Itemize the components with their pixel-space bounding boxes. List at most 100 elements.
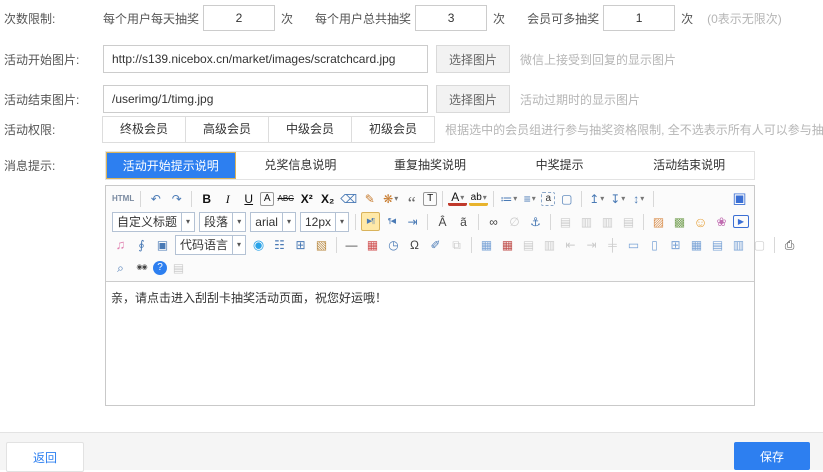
insert-table-icon[interactable]: ▦ xyxy=(477,235,496,254)
unordered-list-icon[interactable]: ≡▾ xyxy=(520,189,539,208)
font-color-icon[interactable]: A▾ xyxy=(448,191,467,206)
time-icon[interactable]: ◷ xyxy=(384,235,403,254)
toolbar-separator xyxy=(427,214,428,230)
auto-typeset-icon[interactable]: ❋▾ xyxy=(381,189,400,208)
select-all-icon[interactable]: a xyxy=(541,192,555,206)
delete-table-icon[interactable]: ▦ xyxy=(498,235,517,254)
font-family-select[interactable]: arial▾ xyxy=(250,212,296,232)
table-full-width-icon[interactable]: ▦ xyxy=(687,235,706,254)
map-icon[interactable]: ◉ xyxy=(249,235,268,254)
link-icon[interactable]: ∞ xyxy=(484,212,503,231)
undo-icon[interactable]: ↶ xyxy=(146,189,165,208)
rtl-icon[interactable]: ¶◀ xyxy=(382,212,401,231)
italic-icon[interactable]: I xyxy=(218,189,237,208)
chevron-down-icon[interactable]: ▾ xyxy=(335,213,348,231)
tab-activity-start-tip[interactable]: 活动开始提示说明 xyxy=(106,152,236,179)
chevron-down-icon: ▾ xyxy=(621,190,625,208)
member-extra-limit-input[interactable] xyxy=(603,5,675,31)
chevron-down-icon[interactable]: ▾ xyxy=(232,236,245,254)
anchor-icon[interactable]: ⚓ xyxy=(526,212,545,231)
member-option-ultimate[interactable]: 终极会员 xyxy=(102,116,186,143)
preview-icon[interactable]: ⌕ xyxy=(111,258,130,277)
date-icon[interactable]: ▦ xyxy=(363,235,382,254)
subscript-icon[interactable]: X₂ xyxy=(318,189,337,208)
code-language-select[interactable]: 代码语言▾ xyxy=(175,235,246,255)
superscript-icon[interactable]: X² xyxy=(297,189,316,208)
tab-repeat-draw[interactable]: 重复抽奖说明 xyxy=(365,152,495,179)
insert-frame-icon[interactable]: ⊞ xyxy=(291,235,310,254)
paragraph-select[interactable]: 段落▾ xyxy=(199,212,246,232)
table-header-icon[interactable]: ▤ xyxy=(708,235,727,254)
highlight-color-icon[interactable]: ab▾ xyxy=(469,191,488,206)
insert-video-icon[interactable]: ▶ xyxy=(733,215,749,228)
strikethrough-icon[interactable]: ABC xyxy=(276,189,295,208)
music-icon[interactable]: ♫ xyxy=(111,235,130,254)
snapscreen-icon[interactable]: ▩ xyxy=(670,212,689,231)
member-option-middle[interactable]: 中级会员 xyxy=(268,116,352,143)
back-button[interactable]: 返回 xyxy=(6,442,84,472)
member-option-senior[interactable]: 高级会员 xyxy=(185,116,269,143)
fullscreen-icon[interactable]: ▣ xyxy=(730,189,749,208)
blockquote-icon[interactable]: “ xyxy=(402,189,421,208)
chevron-down-icon[interactable]: ▾ xyxy=(232,213,245,231)
scrawl-icon[interactable]: ❀ xyxy=(712,212,731,231)
permission-hint: 根据选中的会员组进行参与抽奖资格限制, 全不选表示所有人可以参与抽奖 xyxy=(445,121,823,138)
redo-icon[interactable]: ↷ xyxy=(167,189,186,208)
total-limit-input[interactable] xyxy=(415,5,487,31)
tab-win-tip[interactable]: 中奖提示 xyxy=(495,152,625,179)
bold-icon[interactable]: B xyxy=(197,189,216,208)
paste-text-icon[interactable]: T xyxy=(423,192,437,206)
ordered-list-icon[interactable]: ≔▾ xyxy=(499,189,518,208)
font-size-select[interactable]: 12px▾ xyxy=(300,212,349,232)
toolbar-separator xyxy=(336,237,337,253)
save-button[interactable]: 保存 xyxy=(734,442,810,470)
attachment-icon[interactable]: ∮ xyxy=(132,235,151,254)
help-icon[interactable]: ? xyxy=(153,261,167,275)
end-image-input[interactable] xyxy=(103,85,428,113)
member-option-junior[interactable]: 初级会员 xyxy=(351,116,435,143)
tab-activity-end[interactable]: 活动结束说明 xyxy=(624,152,754,179)
image-left-icon: ▤ xyxy=(556,212,575,231)
chevron-down-icon[interactable]: ▾ xyxy=(181,213,194,231)
insert-image-icon[interactable]: ▨ xyxy=(649,212,668,231)
daily-limit-input[interactable] xyxy=(203,5,275,31)
table-title-icon[interactable]: ▥ xyxy=(729,235,748,254)
start-image-pick-button[interactable]: 选择图片 xyxy=(436,45,510,73)
toolbar-separator xyxy=(653,191,654,207)
paste-icon: ▤ xyxy=(169,258,188,277)
ltr-icon[interactable]: ▶¶ xyxy=(361,212,380,231)
end-image-pick-button[interactable]: 选择图片 xyxy=(436,85,510,113)
font-border-icon[interactable]: A xyxy=(260,192,274,206)
merge-right-icon[interactable]: ▭ xyxy=(624,235,643,254)
format-painter-icon[interactable]: ✎ xyxy=(360,189,379,208)
toolbar-separator xyxy=(493,191,494,207)
paragraph-space-after-icon[interactable]: ↧▾ xyxy=(608,189,627,208)
editor-content[interactable]: 亲，请点击进入刮刮卡抽奖活动页面，祝您好运哦！ xyxy=(106,282,754,405)
indent-paragraph-icon[interactable]: ⇥ xyxy=(403,212,422,231)
template-icon[interactable]: ▧ xyxy=(312,235,331,254)
find-replace-icon[interactable]: ◉◉ xyxy=(132,258,151,277)
clear-doc-icon[interactable]: ▢ xyxy=(557,189,576,208)
merge-cells-icon[interactable]: ⊞ xyxy=(666,235,685,254)
print-icon[interactable]: ⎙ xyxy=(780,235,799,254)
custom-title-select[interactable]: 自定义标题▾ xyxy=(112,212,195,232)
chevron-down-icon[interactable]: ▾ xyxy=(282,213,295,231)
toolbar-separator xyxy=(140,191,141,207)
paragraph-space-before-icon[interactable]: ↥▾ xyxy=(587,189,606,208)
tab-redeem-info[interactable]: 兑奖信息说明 xyxy=(236,152,366,179)
line-height-icon[interactable]: ↕▾ xyxy=(629,189,648,208)
horizontal-rule-icon[interactable]: — xyxy=(342,235,361,254)
to-lowercase-icon[interactable]: ã xyxy=(454,212,473,231)
merge-down-icon[interactable]: ▯ xyxy=(645,235,664,254)
special-chars-icon[interactable]: Ω xyxy=(405,235,424,254)
underline-icon[interactable]: U xyxy=(239,189,258,208)
insert-code-icon[interactable]: ▣ xyxy=(153,235,172,254)
source-html-icon[interactable]: HTML xyxy=(111,189,135,208)
emotion-icon[interactable]: ☺ xyxy=(691,212,710,231)
chevron-down-icon: ▾ xyxy=(600,190,604,208)
pagebreak-icon[interactable]: ☷ xyxy=(270,235,289,254)
start-image-input[interactable] xyxy=(103,45,428,73)
eraser-icon[interactable]: ⌫ xyxy=(339,189,358,208)
to-uppercase-icon[interactable]: Â xyxy=(433,212,452,231)
formula-icon[interactable]: ✐ xyxy=(426,235,445,254)
